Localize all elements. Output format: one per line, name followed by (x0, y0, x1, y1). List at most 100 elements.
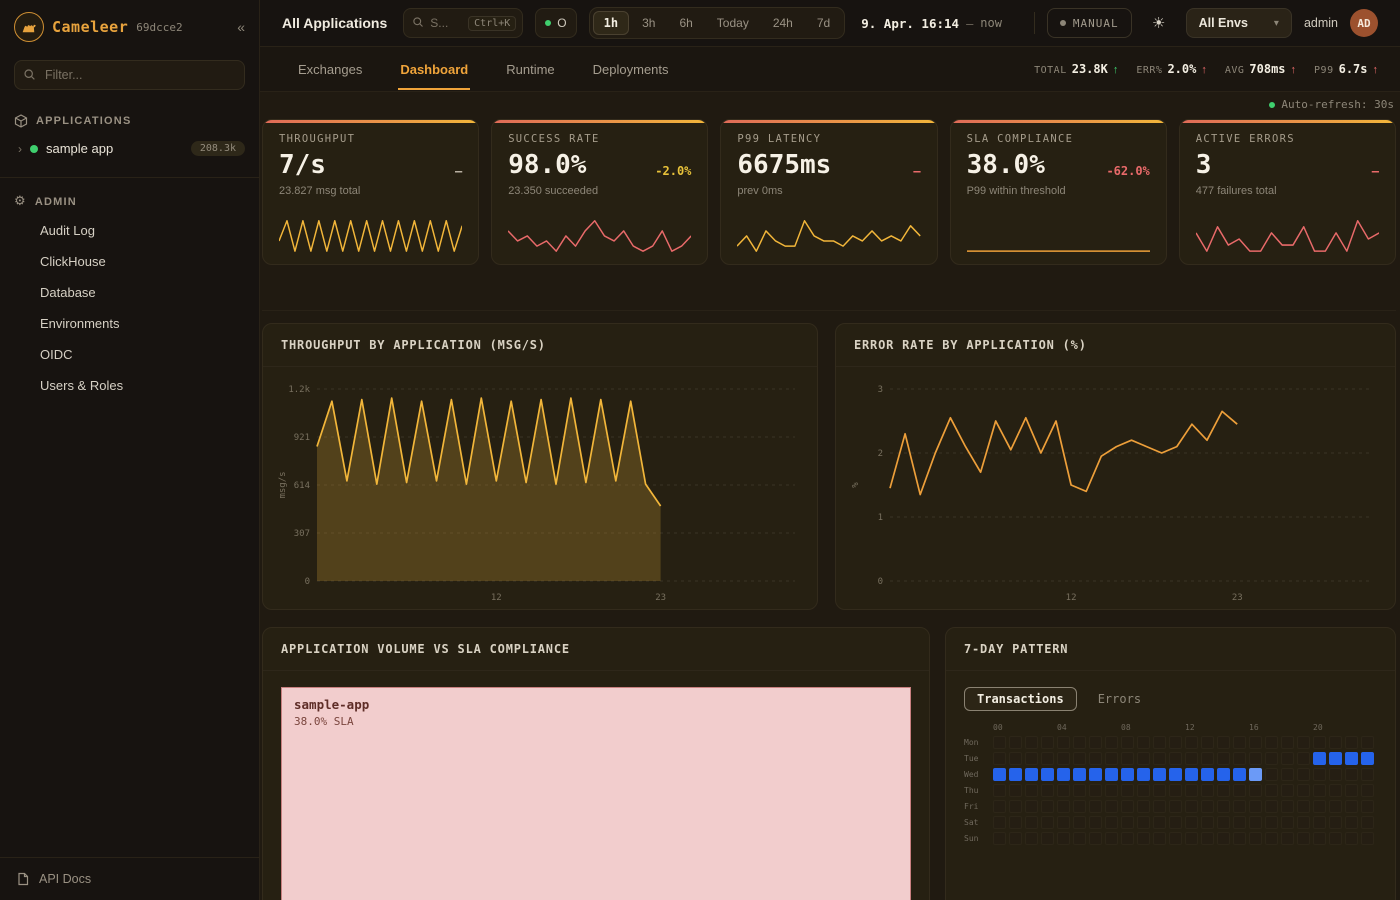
heatmap-cell (1361, 832, 1374, 845)
page-title: All Applications (282, 15, 387, 31)
heatmap-cell (1345, 768, 1358, 781)
heatmap-hour-label (1265, 723, 1278, 733)
app-root: Cameleer 69dcce2 « APPLICATIONS › sample… (0, 0, 1400, 900)
tab-exchanges[interactable]: Exchanges (296, 48, 364, 90)
online-status-button[interactable]: O (535, 8, 576, 38)
kpi-sparkline (1196, 216, 1379, 254)
heatmap-cell (1297, 816, 1310, 829)
heatmap-cell (1313, 800, 1326, 813)
heatmap-hour-label (1089, 723, 1102, 733)
sidebar-item-oidc[interactable]: OIDC (0, 339, 259, 370)
heatmap-cell (1313, 816, 1326, 829)
heatmap-cell (1169, 784, 1182, 797)
heatmap-hour-label (1201, 723, 1214, 733)
heatmap-tab-transactions[interactable]: Transactions (964, 687, 1077, 711)
heatmap-cell (1201, 832, 1214, 845)
heatmap-tab-errors[interactable]: Errors (1085, 687, 1154, 711)
heatmap-cell (1041, 832, 1054, 845)
api-docs-link[interactable]: API Docs (0, 857, 259, 900)
svg-text:%: % (851, 482, 861, 488)
avatar[interactable]: AD (1350, 9, 1378, 37)
stat-avg: AVG708ms↑ (1225, 62, 1296, 76)
sidebar-item-database[interactable]: Database (0, 277, 259, 308)
heatmap-hour-label (1073, 723, 1086, 733)
heatmap-cell (1041, 800, 1054, 813)
heatmap-cell (1249, 832, 1262, 845)
bottom-row: APPLICATION VOLUME VS SLA COMPLIANCE sam… (262, 627, 1396, 900)
heatmap-cell (1073, 816, 1086, 829)
kpi-title: P99 LATENCY (737, 133, 920, 145)
heatmap-cell (1009, 832, 1022, 845)
heatmap-hour-label (1281, 723, 1294, 733)
sidebar-item-users-roles[interactable]: Users & Roles (0, 370, 259, 401)
sidebar-collapse-button[interactable]: « (237, 19, 245, 35)
heatmap-cell (1329, 800, 1342, 813)
tab-deployments[interactable]: Deployments (591, 48, 671, 90)
main-area: All Applications S... Ctrl+K O 1h3h6hTod… (260, 0, 1400, 900)
sidebar-item-environments[interactable]: Environments (0, 308, 259, 339)
heatmap-cell (1057, 736, 1070, 749)
heatmap-cell (1009, 800, 1022, 813)
kpi-card-active-errors: ACTIVE ERRORS3–477 failures total (1179, 119, 1396, 265)
heatmap-cell (1073, 752, 1086, 765)
heatmap-cell (1345, 736, 1358, 749)
heatmap-cell (1073, 832, 1086, 845)
time-range-3h[interactable]: 3h (631, 11, 666, 35)
sidebar-filter (14, 60, 245, 90)
sidebar-item-clickhouse[interactable]: ClickHouse (0, 246, 259, 277)
heatmap-cell (1281, 800, 1294, 813)
kpi-sparkline (508, 216, 691, 254)
time-range-6h[interactable]: 6h (668, 11, 703, 35)
time-separator: – (966, 16, 973, 31)
theme-toggle-button[interactable]: ☀ (1144, 8, 1174, 38)
time-start: 9. Apr. 16:14 (861, 16, 959, 31)
heatmap-hour-label: 08 (1121, 723, 1134, 733)
heatmap-hour-label: 16 (1249, 723, 1262, 733)
tab-runtime[interactable]: Runtime (504, 48, 556, 90)
heatmap-cell (1105, 752, 1118, 765)
treemap-cell-sample-app[interactable]: sample-app 38.0% SLA (281, 687, 911, 900)
sidebar-item-sample-app[interactable]: › sample app 208.3k (0, 134, 259, 163)
svg-text:921: 921 (294, 433, 310, 443)
heatmap-cell (1041, 752, 1054, 765)
manual-refresh-button[interactable]: MANUAL (1047, 8, 1132, 38)
heatmap-cell (1041, 784, 1054, 797)
heatmap-cell (1329, 768, 1342, 781)
heatmap-cell (1105, 768, 1118, 781)
heatmap-cell (1297, 800, 1310, 813)
time-range-7d[interactable]: 7d (806, 11, 841, 35)
time-range-1h[interactable]: 1h (593, 11, 629, 35)
heatmap-cell (1201, 800, 1214, 813)
kpi-value: 98.0% (508, 152, 586, 178)
heatmap-cell (1297, 784, 1310, 797)
time-range-24h[interactable]: 24h (762, 11, 804, 35)
tab-dashboard[interactable]: Dashboard (398, 48, 470, 90)
heatmap-cell (1329, 784, 1342, 797)
sidebar-item-audit-log[interactable]: Audit Log (0, 215, 259, 246)
heatmap-cell (1089, 800, 1102, 813)
heatmap-cell (1121, 800, 1134, 813)
kpi-card-sla-compliance: SLA COMPLIANCE38.0%-62.0%P99 within thre… (950, 119, 1167, 265)
app-count-badge: 208.3k (191, 141, 245, 156)
heatmap-cell (1265, 832, 1278, 845)
heatmap-cell (1153, 816, 1166, 829)
heatmap-cell (1345, 832, 1358, 845)
heatmap-cell (1217, 784, 1230, 797)
kpi-value: 38.0% (967, 152, 1045, 178)
heatmap-cell (1169, 736, 1182, 749)
heatmap-hour-label: 12 (1185, 723, 1198, 733)
env-select[interactable]: All Envs ▾ (1186, 8, 1292, 38)
package-icon (14, 114, 28, 128)
heatmap-hour-label (1361, 723, 1374, 733)
heatmap-cell (1313, 736, 1326, 749)
heatmap-cell (1153, 736, 1166, 749)
heatmap-cell (1185, 736, 1198, 749)
heatmap-cell (1105, 800, 1118, 813)
heatmap-cell (993, 832, 1006, 845)
time-range-today[interactable]: Today (706, 11, 760, 35)
heatmap-hour-label (1233, 723, 1246, 733)
sidebar-filter-input[interactable] (14, 60, 245, 90)
global-search-input[interactable]: S... Ctrl+K (403, 8, 523, 38)
heatmap-cell (993, 768, 1006, 781)
heatmap-cell (1361, 736, 1374, 749)
